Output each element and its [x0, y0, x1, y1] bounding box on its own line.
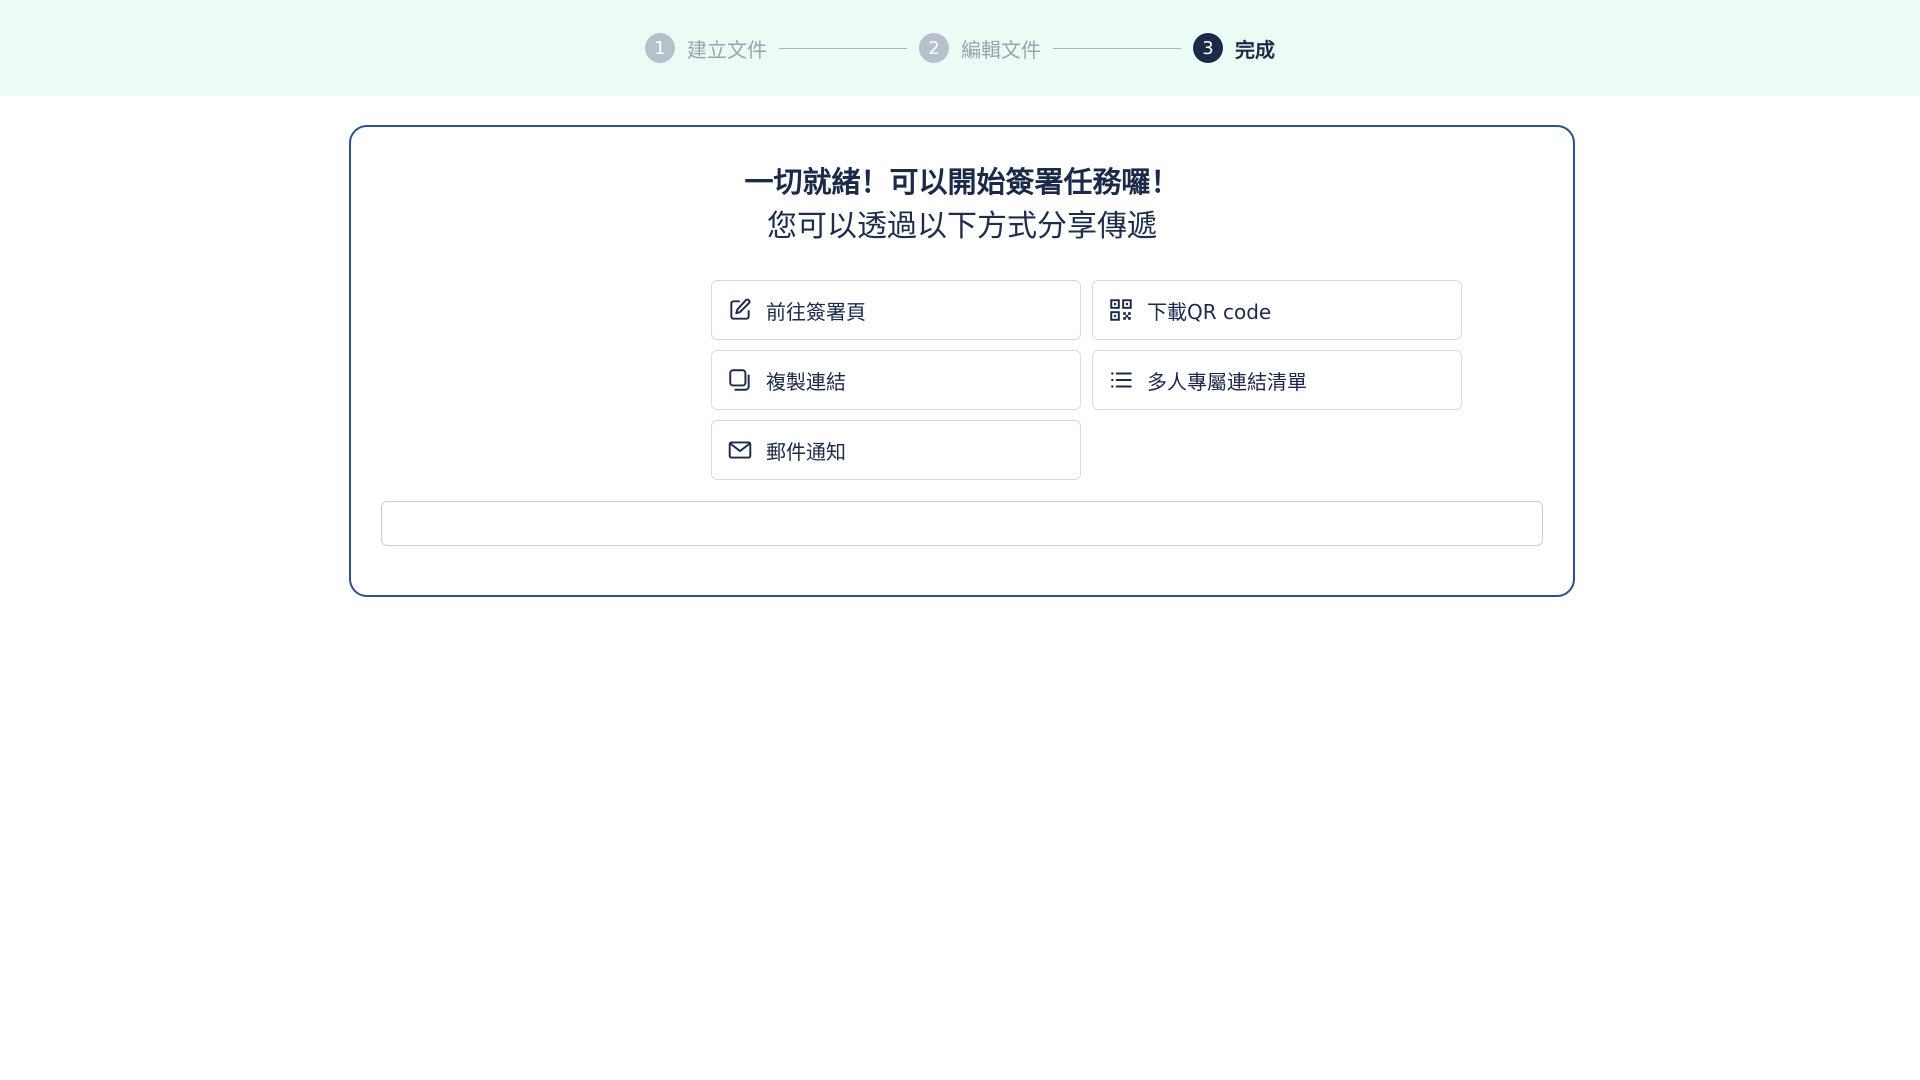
step-connector: [1053, 47, 1181, 49]
email-notify-button[interactable]: 郵件通知: [711, 420, 1081, 480]
button-label: 郵件通知: [766, 439, 846, 464]
share-actions: 前往簽署頁 下載QR code 複製連結 多人專屬連結清單 郵件通知: [711, 280, 1463, 480]
step-create-document: 1 建立文件: [645, 33, 767, 63]
share-card: 一切就緒！可以開始簽署任務囉！ 您可以透過以下方式分享傳遞 前往簽署頁 下載QR…: [349, 125, 1575, 597]
step-label: 完成: [1235, 37, 1275, 62]
button-label: 多人專屬連結清單: [1147, 369, 1307, 394]
stepper: 1 建立文件 2 編輯文件 3 完成: [645, 33, 1275, 63]
button-label: 複製連結: [766, 369, 846, 394]
edit-icon: [726, 296, 754, 324]
button-label: 下載QR code: [1147, 299, 1272, 324]
page-subtitle: 您可以透過以下方式分享傳遞: [767, 209, 1157, 244]
step-number: 3: [1193, 33, 1223, 63]
goto-sign-page-button[interactable]: 前往簽署頁: [711, 280, 1081, 340]
share-link-field[interactable]: [381, 501, 1543, 546]
copy-link-button[interactable]: 複製連結: [711, 350, 1081, 410]
mail-icon: [726, 436, 754, 464]
qr-code-icon: [1107, 296, 1135, 324]
step-number: 2: [919, 33, 949, 63]
step-complete: 3 完成: [1193, 33, 1275, 63]
step-label: 編輯文件: [961, 37, 1041, 62]
step-edit-document: 2 編輯文件: [919, 33, 1041, 63]
step-label: 建立文件: [687, 37, 767, 62]
step-connector: [779, 47, 907, 49]
stepper-bar: 1 建立文件 2 編輯文件 3 完成: [0, 0, 1920, 96]
button-label: 前往簽署頁: [766, 299, 866, 324]
step-number: 1: [645, 33, 675, 63]
multi-user-link-list-button[interactable]: 多人專屬連結清單: [1092, 350, 1462, 410]
list-icon: [1107, 366, 1135, 394]
copy-icon: [726, 366, 754, 394]
page-title: 一切就緒！可以開始簽署任務囉！: [744, 165, 1180, 199]
download-qr-code-button[interactable]: 下載QR code: [1092, 280, 1462, 340]
